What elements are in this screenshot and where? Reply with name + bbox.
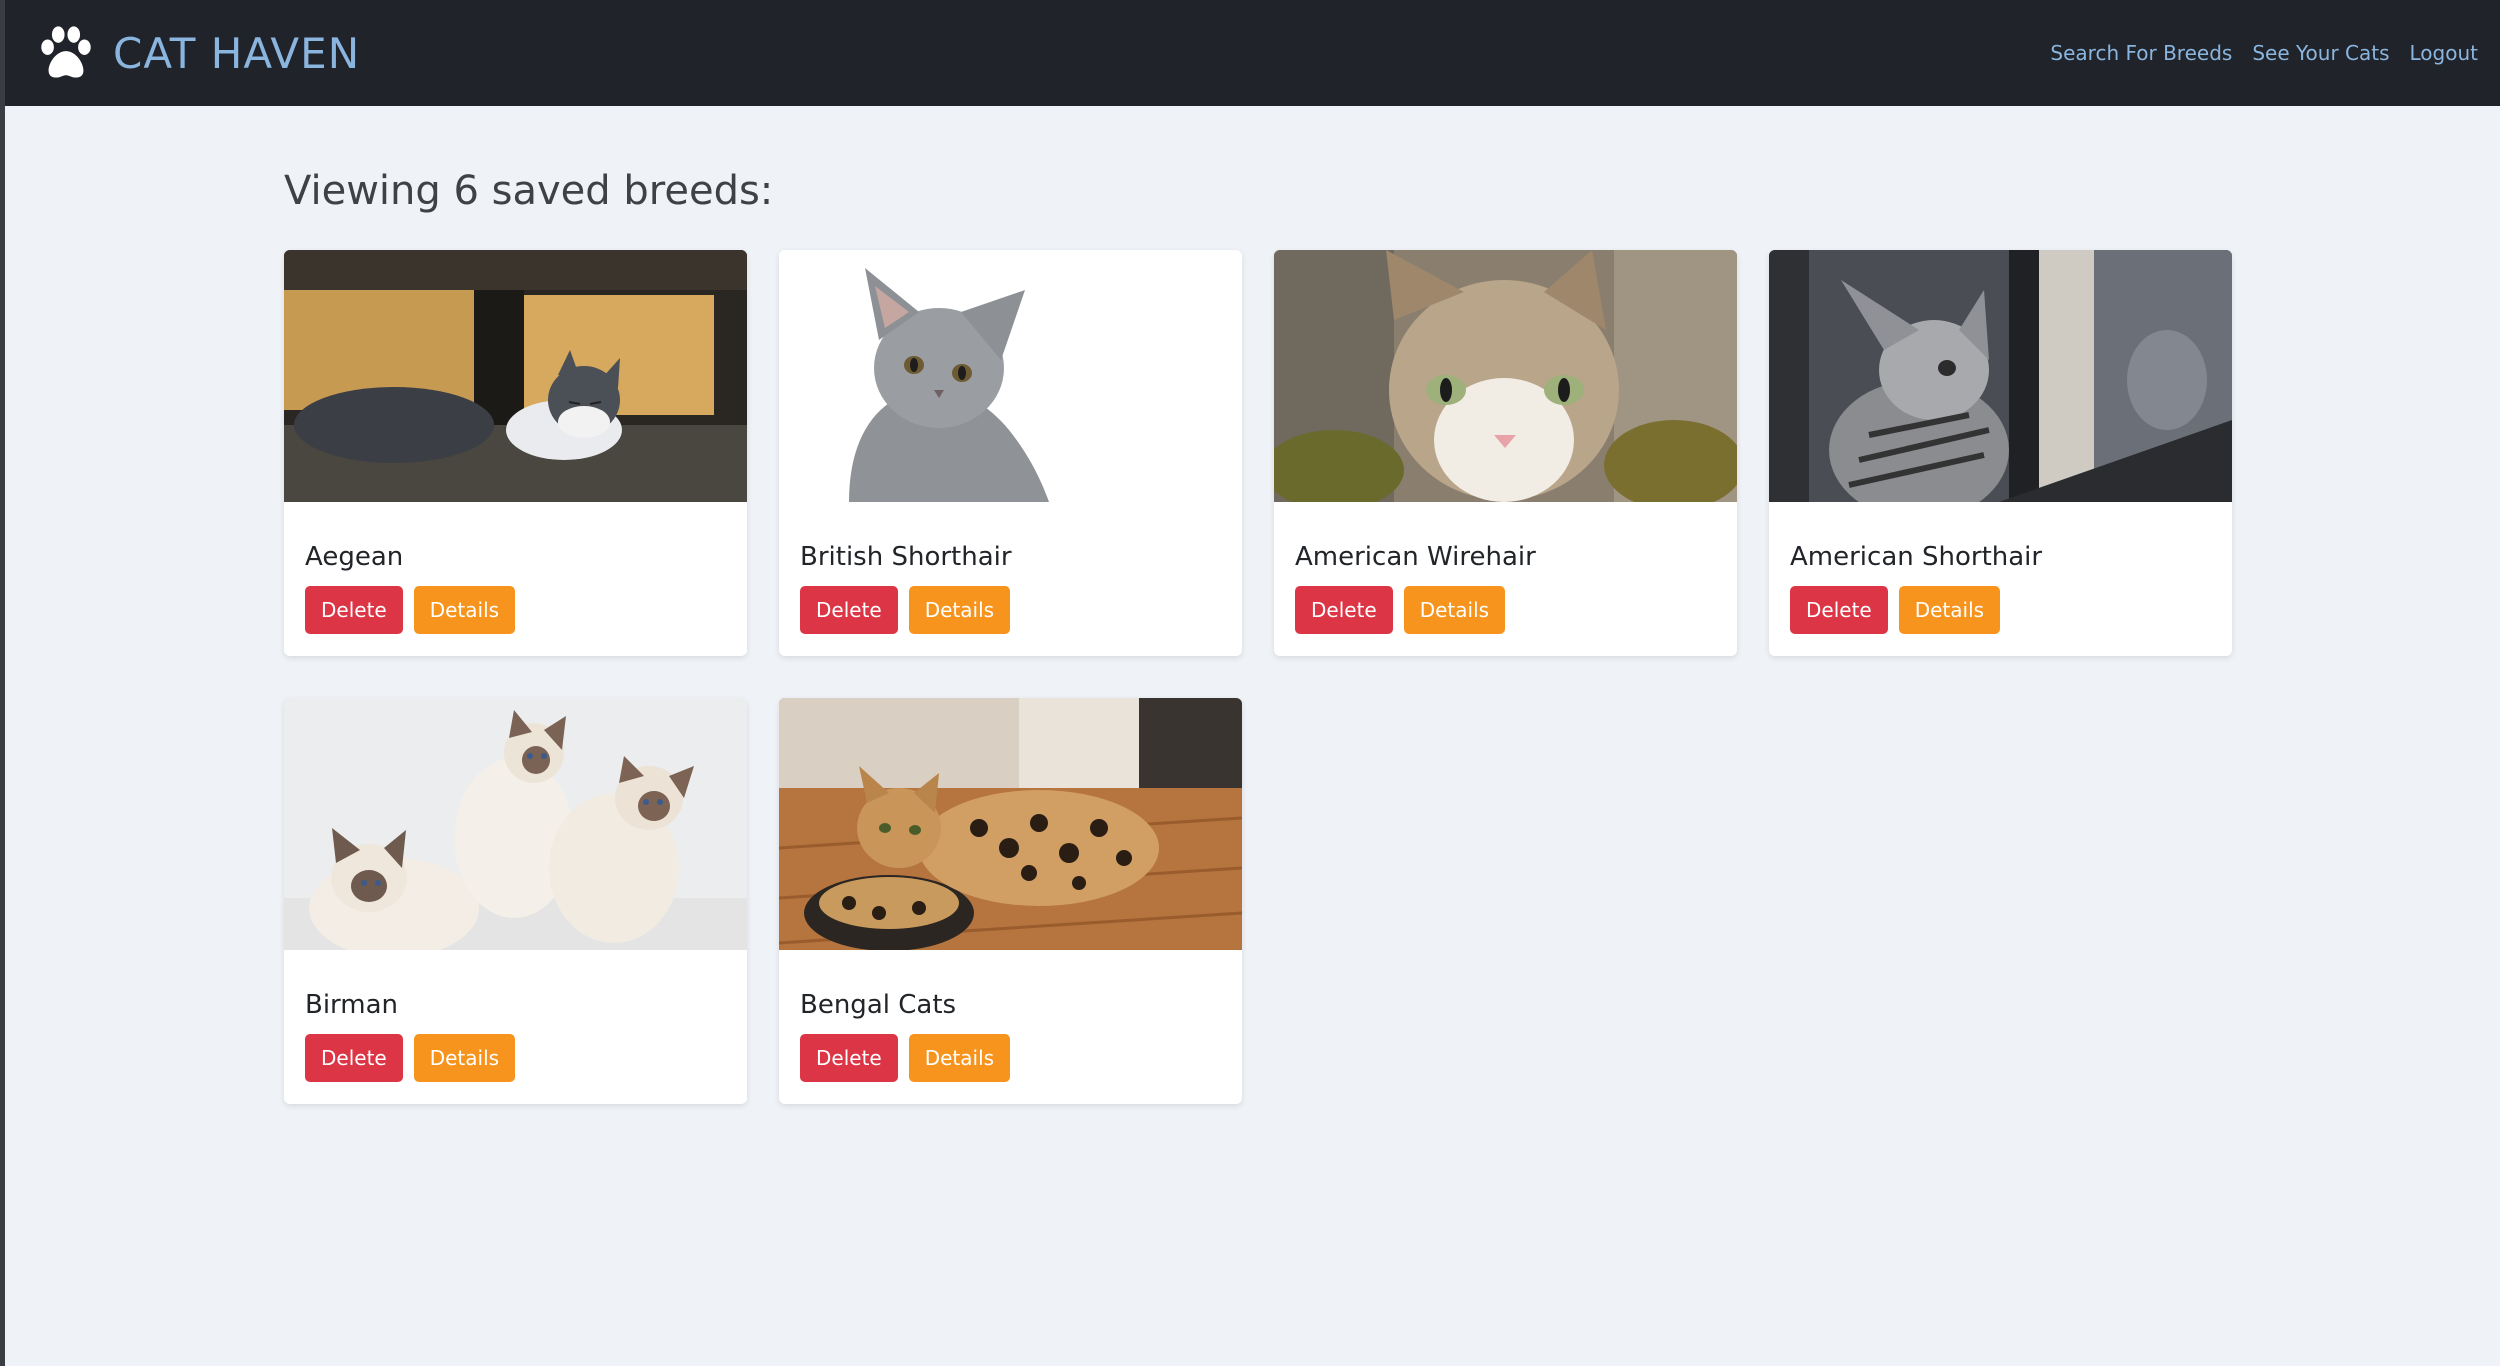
card-body: American Shorthair Delete Details (1769, 542, 2232, 634)
delete-button[interactable]: Delete (800, 1034, 898, 1082)
main-content: Viewing 6 saved breeds: Aegean Delete De… (284, 168, 2234, 1104)
breed-image-american-shorthair (1769, 250, 2232, 502)
breed-title: American Wirehair (1295, 542, 1536, 572)
brand[interactable]: CAT HAVEN (35, 22, 360, 84)
nav-link-logout[interactable]: Logout (2410, 41, 2478, 65)
details-button[interactable]: Details (908, 1034, 1011, 1082)
card-body: American Wirehair Delete Details (1274, 542, 1737, 634)
breed-card: American Shorthair Delete Details (1769, 250, 2232, 656)
breed-card: Bengal Cats Delete Details (779, 698, 1242, 1104)
paw-icon (41, 26, 91, 78)
breed-card: Birman Delete Details (284, 698, 747, 1104)
details-button[interactable]: Details (413, 1034, 516, 1082)
breed-title: Aegean (305, 542, 404, 572)
breed-image-bengal-cats (779, 698, 1242, 950)
breed-card: British Shorthair Delete Details (779, 250, 1242, 656)
app-frame: CAT HAVEN Search For Breeds See Your Cat… (0, 0, 2500, 1366)
breed-image-american-wirehair (1274, 250, 1737, 502)
card-actions: Delete Details (800, 586, 1221, 634)
card-body: British Shorthair Delete Details (779, 542, 1242, 634)
delete-button[interactable]: Delete (305, 1034, 403, 1082)
breed-image-aegean (284, 250, 747, 502)
brand-title: CAT HAVEN (113, 28, 361, 78)
card-actions: Delete Details (800, 1034, 1221, 1082)
details-button[interactable]: Details (908, 586, 1011, 634)
delete-button[interactable]: Delete (1790, 586, 1888, 634)
details-button[interactable]: Details (1403, 586, 1506, 634)
top-navbar: CAT HAVEN Search For Breeds See Your Cat… (5, 0, 2500, 106)
card-body: Birman Delete Details (284, 990, 747, 1082)
delete-button[interactable]: Delete (305, 586, 403, 634)
breed-title: Birman (305, 990, 399, 1020)
breed-title: American Shorthair (1790, 542, 2043, 572)
nav-link-see-your-cats[interactable]: See Your Cats (2252, 41, 2389, 65)
breed-image-birman (284, 698, 747, 950)
breed-card: American Wirehair Delete Details (1274, 250, 1737, 656)
card-body: Aegean Delete Details (284, 542, 747, 634)
delete-button[interactable]: Delete (1295, 586, 1393, 634)
breed-image-british-shorthair (779, 250, 1242, 502)
details-button[interactable]: Details (413, 586, 516, 634)
card-body: Bengal Cats Delete Details (779, 990, 1242, 1082)
breed-card-grid: Aegean Delete Details British Shorthair … (284, 250, 2232, 1104)
nav-link-search-breeds[interactable]: Search For Breeds (2050, 41, 2232, 65)
page-heading: Viewing 6 saved breeds: (284, 168, 774, 214)
breed-title: Bengal Cats (800, 990, 957, 1020)
breed-card: Aegean Delete Details (284, 250, 747, 656)
card-actions: Delete Details (305, 586, 726, 634)
breed-title: British Shorthair (800, 542, 1012, 572)
card-actions: Delete Details (1295, 586, 1716, 634)
details-button[interactable]: Details (1898, 586, 2001, 634)
card-actions: Delete Details (1790, 586, 2211, 634)
delete-button[interactable]: Delete (800, 586, 898, 634)
nav-links: Search For Breeds See Your Cats Logout (2050, 41, 2478, 65)
card-actions: Delete Details (305, 1034, 726, 1082)
